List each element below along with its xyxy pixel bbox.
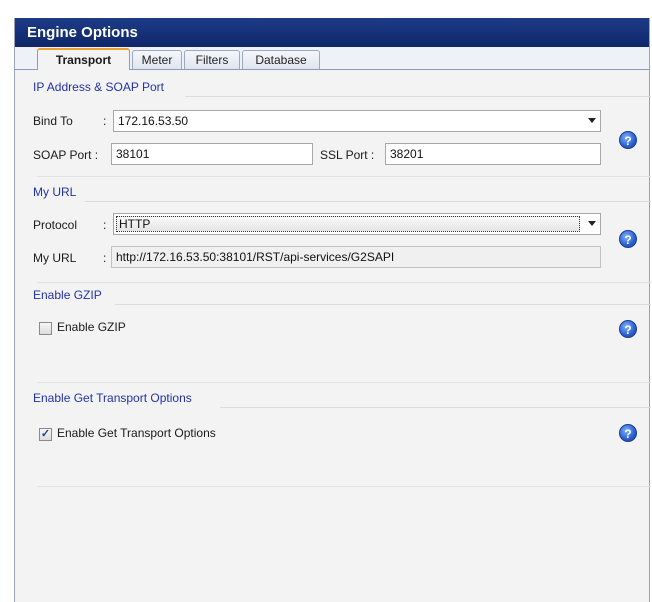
section-separator [37,176,651,177]
tab-strip: Transport Meter Filters Database [15,47,649,70]
section-title-ip: IP Address & SOAP Port [33,80,164,94]
enable-transport-options-checkbox[interactable]: ✓ [39,428,52,441]
protocol-label: Protocol [33,218,78,232]
section-title-gzip: Enable GZIP [33,288,102,302]
protocol-select[interactable]: HTTP [113,213,601,235]
section-divider [115,304,651,305]
protocol-value: HTTP [116,216,580,232]
soap-port-input[interactable]: 38101 [111,143,313,165]
help-icon[interactable]: ? [619,424,637,442]
section-divider [185,96,651,97]
section-divider [85,201,651,202]
dropdown-arrow-icon[interactable] [588,118,596,123]
tab-filters[interactable]: Filters [184,50,240,69]
engine-options-window: Engine Options Transport Meter Filters D… [14,18,651,602]
window-title: Engine Options [15,18,649,47]
protocol-colon: : [103,218,107,232]
bind-to-select[interactable]: 172.16.53.50 [113,110,601,132]
enable-transport-options-label[interactable]: Enable Get Transport Options [57,426,216,440]
tab-transport[interactable]: Transport [37,48,130,70]
bind-to-label: Bind To [33,114,73,128]
enable-gzip-checkbox[interactable] [39,322,52,335]
help-icon[interactable]: ? [619,320,637,338]
section-separator [37,282,651,283]
help-icon[interactable]: ? [619,131,637,149]
bind-to-colon: : [103,114,107,128]
section-title-url: My URL [33,185,77,199]
ssl-port-label: SSL Port : [320,148,375,162]
section-separator [37,382,651,383]
dropdown-arrow-icon[interactable] [588,221,596,226]
enable-gzip-label[interactable]: Enable GZIP [57,320,126,334]
ssl-port-input[interactable]: 38201 [385,143,601,165]
soap-port-label: SOAP Port : [33,148,99,162]
section-divider [220,407,651,408]
my-url-field[interactable]: http://172.16.53.50:38101/RST/api-servic… [111,246,601,268]
bind-to-value: 172.16.53.50 [118,114,189,128]
tab-meter[interactable]: Meter [132,50,182,69]
my-url-label: My URL [33,251,77,265]
help-icon[interactable]: ? [619,230,637,248]
tab-database[interactable]: Database [242,50,320,69]
section-separator [37,486,651,487]
section-title-transport: Enable Get Transport Options [33,391,192,405]
my-url-colon: : [103,251,107,265]
